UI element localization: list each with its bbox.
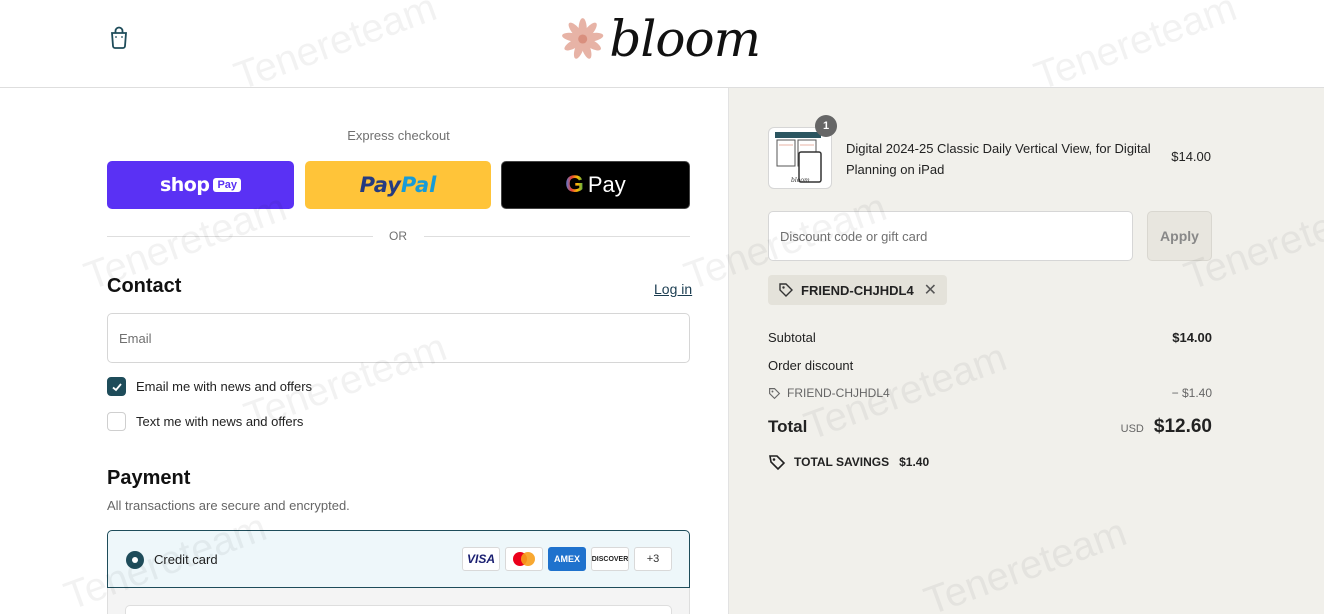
checkmark-icon bbox=[111, 382, 122, 391]
google-pay-button[interactable]: G Pay bbox=[501, 161, 690, 209]
applied-discount-chip: FRIEND-CHJHDL4 ✕ bbox=[768, 275, 948, 305]
savings-amount: $1.40 bbox=[899, 455, 930, 469]
credit-card-label: Credit card bbox=[154, 552, 218, 567]
quantity-badge: 1 bbox=[815, 115, 837, 137]
text-news-option[interactable]: Text me with news and offers bbox=[107, 412, 303, 431]
tag-icon bbox=[779, 283, 793, 297]
payment-subtitle: All transactions are secure and encrypte… bbox=[107, 498, 350, 513]
google-g-icon: G bbox=[565, 171, 584, 198]
discount-code-detail: FRIEND-CHJHDL4 bbox=[768, 386, 890, 400]
store-logo[interactable]: bloom bbox=[560, 6, 761, 72]
more-cards-badge: +3 bbox=[634, 547, 672, 571]
applied-discount-code: FRIEND-CHJHDL4 bbox=[801, 282, 914, 298]
subtotal-value: $14.00 bbox=[1172, 330, 1212, 345]
total-label: Total bbox=[768, 417, 808, 436]
shop-pay-wordmark: shop bbox=[159, 174, 210, 196]
product-price: $14.00 bbox=[1171, 149, 1211, 164]
total-row: Total USD $12.60 bbox=[768, 416, 1212, 438]
order-summary: bloom 1 Digital 2024-25 Classic Daily Ve… bbox=[728, 88, 1324, 614]
site-header: bloom bbox=[0, 0, 1324, 88]
email-field[interactable]: Email bbox=[107, 313, 690, 363]
total-amount: $12.60 bbox=[1153, 416, 1212, 437]
total-savings: TOTAL SAVINGS $1.40 bbox=[768, 453, 929, 471]
discover-icon: DISCOVER bbox=[591, 547, 629, 571]
order-discount-label: Order discount bbox=[768, 358, 854, 373]
svg-text:bloom: bloom bbox=[791, 177, 810, 184]
shop-pay-button[interactable]: shop Pay bbox=[107, 161, 294, 209]
discount-amount: − $1.40 bbox=[1171, 386, 1212, 400]
credit-card-radio[interactable] bbox=[126, 551, 144, 569]
discount-detail-row: FRIEND-CHJHDL4 − $1.40 bbox=[768, 386, 1212, 400]
text-news-label: Text me with news and offers bbox=[136, 414, 304, 429]
product-name: Digital 2024-25 Classic Daily Vertical V… bbox=[846, 141, 1151, 177]
express-checkout-title: Express checkout bbox=[347, 128, 450, 143]
visa-icon: VISA bbox=[462, 547, 500, 571]
login-link[interactable]: Log in bbox=[654, 281, 692, 297]
email-news-checkbox[interactable] bbox=[107, 377, 126, 396]
tag-icon bbox=[769, 387, 781, 399]
savings-label: TOTAL SAVINGS bbox=[794, 455, 890, 469]
mastercard-icon bbox=[505, 547, 543, 571]
card-brand-logos: VISA AMEX DISCOVER +3 bbox=[462, 547, 672, 571]
savings-tag-icon bbox=[769, 455, 786, 471]
logo-wordmark: bloom bbox=[609, 10, 761, 68]
paypal-button[interactable]: PayPal bbox=[305, 161, 491, 209]
discount-code-input[interactable]: Discount code or gift card bbox=[768, 211, 1133, 261]
subtotal-row: Subtotal $14.00 bbox=[768, 330, 1212, 345]
credit-card-option[interactable]: Credit card VISA AMEX DISCOVER +3 bbox=[107, 530, 690, 588]
email-news-option[interactable]: Email me with news and offers bbox=[107, 377, 312, 396]
subtotal-label: Subtotal bbox=[768, 330, 816, 345]
email-news-label: Email me with news and offers bbox=[136, 379, 313, 394]
text-news-checkbox[interactable] bbox=[107, 412, 126, 431]
card-number-field[interactable] bbox=[125, 605, 672, 614]
checkout-main: Express checkout shop Pay PayPal G Pay O… bbox=[0, 88, 728, 614]
order-discount-row: Order discount bbox=[768, 358, 1212, 373]
shopping-bag-icon[interactable] bbox=[108, 25, 130, 49]
amex-icon: AMEX bbox=[548, 547, 586, 571]
google-pay-wordmark: G Pay bbox=[565, 171, 626, 198]
contact-heading: Contact bbox=[107, 275, 182, 297]
paypal-wordmark: PayPal bbox=[359, 173, 437, 197]
apply-discount-button[interactable]: Apply bbox=[1147, 211, 1212, 261]
or-divider-text: OR bbox=[389, 229, 407, 243]
remove-discount-icon[interactable]: ✕ bbox=[924, 280, 937, 300]
divider-left bbox=[107, 236, 373, 237]
total-currency: USD bbox=[1120, 423, 1144, 435]
total-amount-wrap: USD $12.60 bbox=[1121, 416, 1212, 438]
flower-icon bbox=[562, 18, 604, 59]
divider-right bbox=[424, 236, 690, 237]
shop-pay-chip: Pay bbox=[213, 178, 242, 192]
payment-heading: Payment bbox=[107, 467, 191, 489]
